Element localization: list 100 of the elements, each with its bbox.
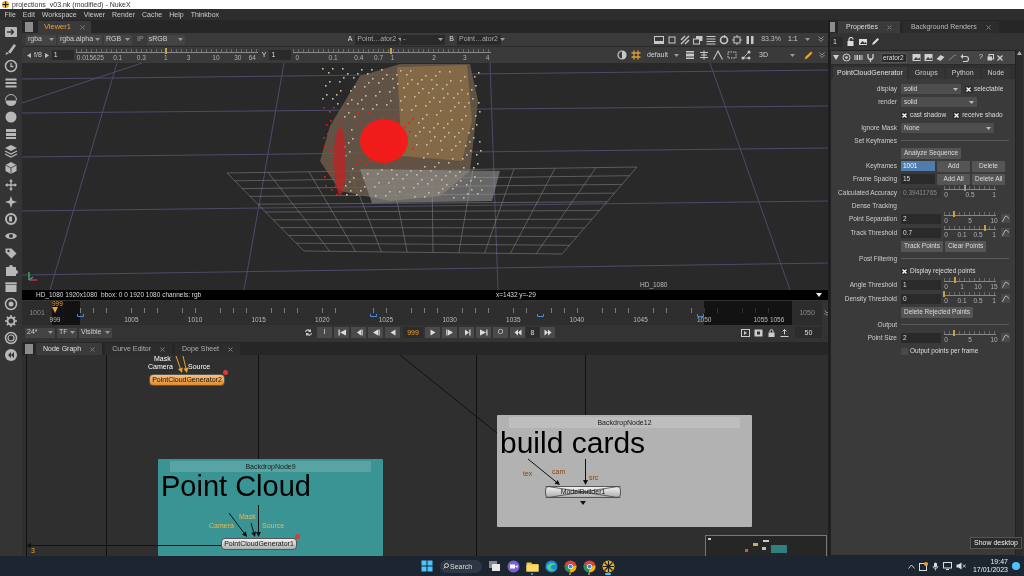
dotted-rect-icon[interactable] (727, 50, 737, 60)
close-icon[interactable] (160, 346, 166, 352)
slider-track[interactable] (944, 292, 996, 296)
browser-icon[interactable] (544, 559, 558, 573)
slider-track[interactable] (944, 278, 996, 282)
close-icon[interactable] (886, 24, 892, 30)
puzzle-icon[interactable] (4, 263, 18, 277)
chevron-up-icon[interactable] (907, 563, 915, 569)
slider-thumb[interactable] (953, 330, 956, 336)
notification-badge-icon[interactable] (1012, 562, 1020, 570)
peak-icon[interactable] (713, 50, 723, 60)
crop-icon[interactable] (732, 34, 743, 45)
circle-icon[interactable] (4, 110, 18, 124)
close-icon[interactable] (985, 24, 991, 30)
slider-track[interactable] (944, 226, 996, 230)
gear-icon[interactable] (4, 314, 18, 328)
slider-thumb[interactable] (390, 47, 393, 54)
lock-icon[interactable] (847, 37, 855, 46)
previous-key-button[interactable] (351, 327, 366, 338)
half-circle-icon[interactable] (617, 50, 627, 60)
checkbox[interactable] (965, 85, 972, 93)
play-mode-icon[interactable] (741, 328, 750, 337)
first-frame-button[interactable] (334, 327, 349, 338)
box-icon[interactable] (4, 280, 18, 294)
checkbox[interactable] (953, 111, 961, 119)
triangle-right-icon[interactable] (44, 52, 49, 58)
slider-thumb[interactable] (953, 211, 956, 217)
lock-icon[interactable] (767, 328, 776, 337)
last-frame-button[interactable] (476, 327, 491, 338)
play-button[interactable] (425, 327, 440, 338)
lines-icon[interactable] (4, 76, 18, 90)
image-icon[interactable] (859, 37, 867, 46)
close-icon[interactable] (79, 24, 85, 30)
microphone-icon[interactable] (931, 561, 939, 571)
slider-track[interactable] (944, 331, 996, 335)
loop-icon[interactable] (303, 328, 314, 337)
move-arrows-icon[interactable] (4, 178, 18, 192)
undo-icon[interactable] (960, 53, 969, 62)
close-icon[interactable] (90, 346, 96, 352)
layers-icon[interactable] (4, 144, 18, 158)
app-logo-icon[interactable] (601, 559, 615, 573)
slider-thumb[interactable] (954, 277, 957, 283)
stop-square-icon[interactable] (754, 328, 763, 337)
float-window-icon[interactable] (986, 54, 994, 61)
stacked-bars-icon[interactable] (4, 127, 18, 141)
video-chat-icon[interactable] (506, 559, 520, 573)
overlap-squares-icon[interactable] (693, 34, 704, 45)
browser-icon[interactable] (582, 559, 596, 573)
pause-icon[interactable] (745, 34, 756, 45)
tag-icon[interactable] (4, 246, 18, 260)
target-icon[interactable] (842, 53, 851, 62)
collapse-triangle-icon[interactable] (833, 55, 839, 60)
start-icon[interactable] (421, 560, 433, 572)
animation-curve-icon[interactable] (1001, 333, 1010, 342)
animation-curve-icon[interactable] (1001, 280, 1010, 289)
skip-forward-button[interactable] (540, 327, 555, 338)
step-forward-button[interactable] (442, 327, 457, 338)
ring-dot-icon[interactable] (4, 331, 18, 345)
scrollbar-track[interactable] (1016, 50, 1023, 556)
half-circle-icon[interactable] (4, 93, 18, 107)
image-icon[interactable] (924, 53, 933, 62)
square-icon[interactable] (667, 34, 678, 45)
pen-icon[interactable] (804, 50, 813, 60)
clock-icon[interactable] (4, 59, 18, 73)
playhead-icon[interactable] (52, 307, 58, 313)
slider-track[interactable] (293, 48, 492, 53)
eraser-icon[interactable] (936, 53, 945, 62)
pen-icon[interactable] (871, 37, 879, 46)
skip-back-button[interactable] (510, 327, 525, 338)
chevron-icon[interactable] (818, 36, 824, 43)
slider-thumb[interactable] (983, 225, 986, 231)
animation-curve-icon[interactable] (1001, 214, 1010, 223)
slider-track[interactable] (944, 212, 996, 216)
target-icon[interactable] (4, 297, 18, 311)
animation-curve-icon[interactable] (1001, 228, 1010, 237)
import-arrow-icon[interactable] (4, 25, 18, 39)
list-icon[interactable] (706, 34, 717, 45)
speaker-muted-icon[interactable] (955, 562, 966, 570)
play-backward-button[interactable] (385, 327, 400, 338)
animation-curve-icon[interactable] (1001, 294, 1010, 303)
nodes-icon[interactable] (741, 50, 751, 60)
fork-icon[interactable] (866, 53, 875, 62)
close-icon[interactable] (228, 346, 234, 352)
sparkle-icon[interactable] (4, 195, 18, 209)
grid-icon[interactable] (631, 50, 641, 60)
triangle-left-icon[interactable] (27, 52, 31, 58)
film-icon[interactable] (685, 50, 695, 60)
window-stack-icon[interactable] (487, 559, 501, 573)
next-key-button[interactable] (459, 327, 474, 338)
align-icon[interactable] (699, 50, 709, 60)
scroll-up-icon[interactable] (1017, 51, 1022, 55)
tray-app-icon[interactable] (918, 561, 928, 571)
image-icon[interactable] (912, 53, 921, 62)
checkbox[interactable] (901, 267, 908, 275)
slider-thumb[interactable] (164, 47, 167, 54)
refresh-icon[interactable] (719, 34, 730, 45)
dropdown-caret-icon[interactable] (816, 293, 822, 297)
browser-icon[interactable] (563, 559, 577, 573)
slider-track[interactable] (75, 48, 258, 53)
minimap-drawing[interactable] (705, 535, 827, 556)
